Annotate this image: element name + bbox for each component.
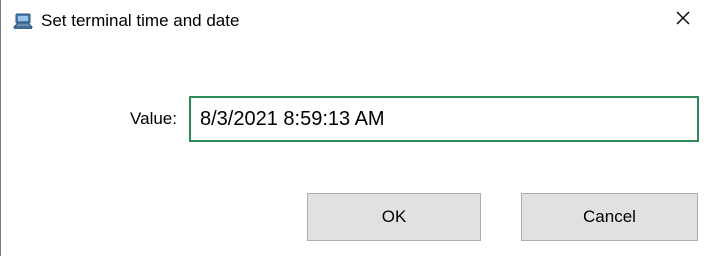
close-button[interactable] xyxy=(660,0,705,40)
value-input[interactable] xyxy=(189,96,699,142)
cancel-button[interactable]: Cancel xyxy=(521,193,698,241)
terminal-app-icon xyxy=(12,12,34,30)
dialog-title: Set terminal time and date xyxy=(41,11,240,30)
value-label: Value: xyxy=(130,109,177,128)
set-time-dialog: Set terminal time and date Value: OK Can… xyxy=(0,0,705,256)
ok-button[interactable]: OK xyxy=(307,193,481,241)
title-bar: Set terminal time and date xyxy=(1,0,705,40)
close-icon xyxy=(675,10,691,31)
